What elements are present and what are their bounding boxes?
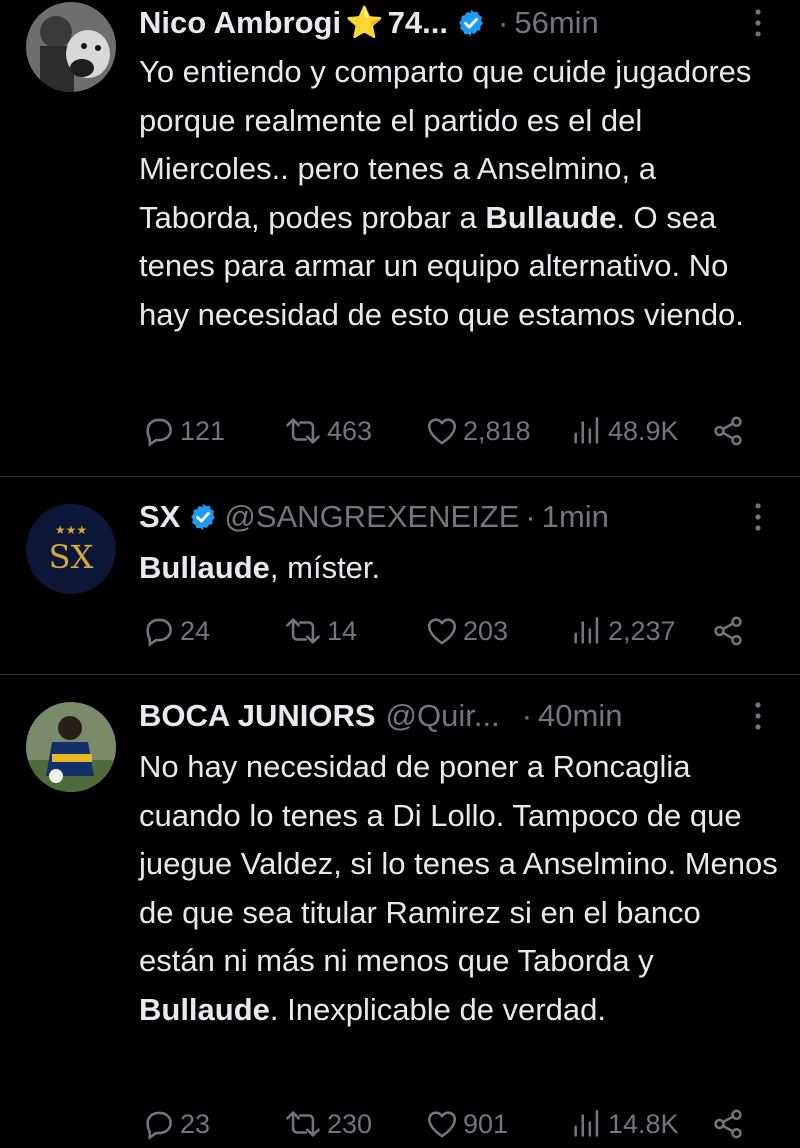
reply-icon	[146, 618, 172, 647]
heart-icon	[427, 618, 457, 645]
views-button[interactable]: 2,237	[570, 611, 676, 651]
retweet-icon	[286, 418, 320, 444]
share-button[interactable]	[711, 1104, 749, 1144]
views-button[interactable]: 14.8K	[570, 1104, 679, 1144]
views-button[interactable]: 48.9K	[570, 411, 679, 451]
reply-button[interactable]: 23	[142, 1104, 210, 1144]
like-count: 203	[463, 615, 509, 646]
more-options-icon[interactable]	[752, 8, 764, 38]
star-emoji-icon: ⭐	[345, 5, 384, 40]
retweet-count: 463	[327, 415, 373, 446]
tweet-actions: 24 14 203 2,237	[0, 611, 800, 651]
author-name[interactable]: Nico Ambrogi	[139, 3, 341, 43]
tweet-header: BOCA JUNIORS @Quir... · 40min	[139, 696, 740, 736]
retweet-button[interactable]: 14	[283, 611, 357, 651]
avatar-stars: ★★★	[55, 523, 87, 537]
views-chart-icon	[574, 416, 599, 444]
retweet-button[interactable]: 230	[283, 1104, 372, 1144]
reply-button[interactable]: 24	[142, 611, 210, 651]
tweet-header: Nico Ambrogi ⭐ 74... · 56min	[139, 3, 740, 43]
like-button[interactable]: 2,818	[425, 411, 531, 451]
tweet-text-bold: Bullaude	[485, 199, 617, 235]
avatar[interactable]	[26, 2, 116, 92]
tweet-text-bold: Bullaude	[139, 991, 270, 1027]
reply-icon	[146, 418, 172, 447]
tweet[interactable]: Nico Ambrogi ⭐ 74... · 56min Yo entiendo…	[0, 0, 800, 476]
views-chart-icon	[574, 616, 599, 644]
tweet[interactable]: BOCA JUNIORS @Quir... · 40min No hay nec…	[0, 675, 800, 1148]
sx-logo-icon: ★★★ SX	[26, 504, 116, 594]
heart-icon	[427, 418, 457, 445]
timestamp[interactable]: 56min	[514, 3, 598, 43]
views-chart-icon	[574, 1109, 599, 1137]
share-icon	[714, 616, 742, 646]
verified-badge-icon	[188, 502, 218, 532]
tweet-actions: 121 463 2,818 48.9K	[0, 411, 800, 451]
author-name[interactable]: SX	[139, 497, 180, 537]
tweet-header: SX @SANGREXENEIZE · 1min	[139, 497, 740, 537]
reply-button[interactable]: 121	[142, 411, 225, 451]
share-icon	[714, 1109, 742, 1139]
timestamp[interactable]: 1min	[542, 497, 609, 537]
reply-count: 23	[180, 1108, 211, 1139]
tweet-text: Bullaude, míster.	[139, 544, 784, 593]
retweet-button[interactable]: 463	[283, 411, 372, 451]
verified-badge-icon	[456, 8, 486, 38]
more-options-icon[interactable]	[752, 701, 764, 731]
author-name-extra[interactable]: 74...	[388, 3, 448, 43]
like-button[interactable]: 901	[425, 1104, 508, 1144]
tweet-actions: 23 230 901 14.8K	[0, 1104, 800, 1144]
views-count: 48.9K	[608, 415, 679, 446]
separator-dot: ·	[498, 5, 509, 40]
views-count: 14.8K	[608, 1108, 679, 1139]
separator-dot: ·	[521, 698, 533, 733]
avatar[interactable]: ★★★ SX	[26, 504, 116, 594]
retweet-icon	[286, 618, 320, 644]
like-button[interactable]: 203	[425, 611, 508, 651]
separator-dot: ·	[525, 499, 536, 534]
reply-count: 121	[180, 415, 226, 446]
football-player-photo-icon	[26, 702, 116, 792]
tweet-text-part: , míster.	[269, 550, 381, 585]
avatar-text: SX	[49, 538, 94, 576]
retweet-icon	[286, 1111, 320, 1137]
reply-icon	[146, 1111, 172, 1140]
tweet-text: No hay necesidad de poner a Roncaglia cu…	[139, 743, 784, 1034]
tweet-text-part: No hay necesidad de poner a Roncaglia cu…	[139, 749, 778, 978]
views-count: 2,237	[608, 615, 676, 646]
heart-icon	[427, 1111, 457, 1138]
share-button[interactable]	[711, 411, 749, 451]
author-handle[interactable]: @Quir...	[386, 696, 500, 736]
like-count: 2,818	[463, 415, 531, 446]
tweet-text: Yo entiendo y comparto que cuide jugador…	[139, 48, 784, 339]
share-icon	[714, 416, 742, 446]
reply-count: 24	[180, 615, 211, 646]
author-handle[interactable]: @SANGREXENEIZE	[224, 497, 519, 537]
tweet-text-bold: Bullaude	[139, 550, 270, 585]
avatar[interactable]	[26, 702, 116, 792]
like-count: 901	[463, 1108, 509, 1139]
timestamp[interactable]: 40min	[538, 696, 622, 736]
man-with-dog-photo-icon	[26, 2, 116, 92]
more-options-icon[interactable]	[752, 502, 764, 532]
retweet-count: 14	[327, 615, 358, 646]
retweet-count: 230	[327, 1108, 373, 1139]
author-name[interactable]: BOCA JUNIORS	[139, 696, 376, 736]
share-button[interactable]	[711, 611, 749, 651]
tweet-text-part: . Inexplicable de verdad.	[269, 991, 606, 1027]
tweet[interactable]: ★★★ SX SX @SANGREXENEIZE · 1min Bullaude…	[0, 477, 800, 674]
